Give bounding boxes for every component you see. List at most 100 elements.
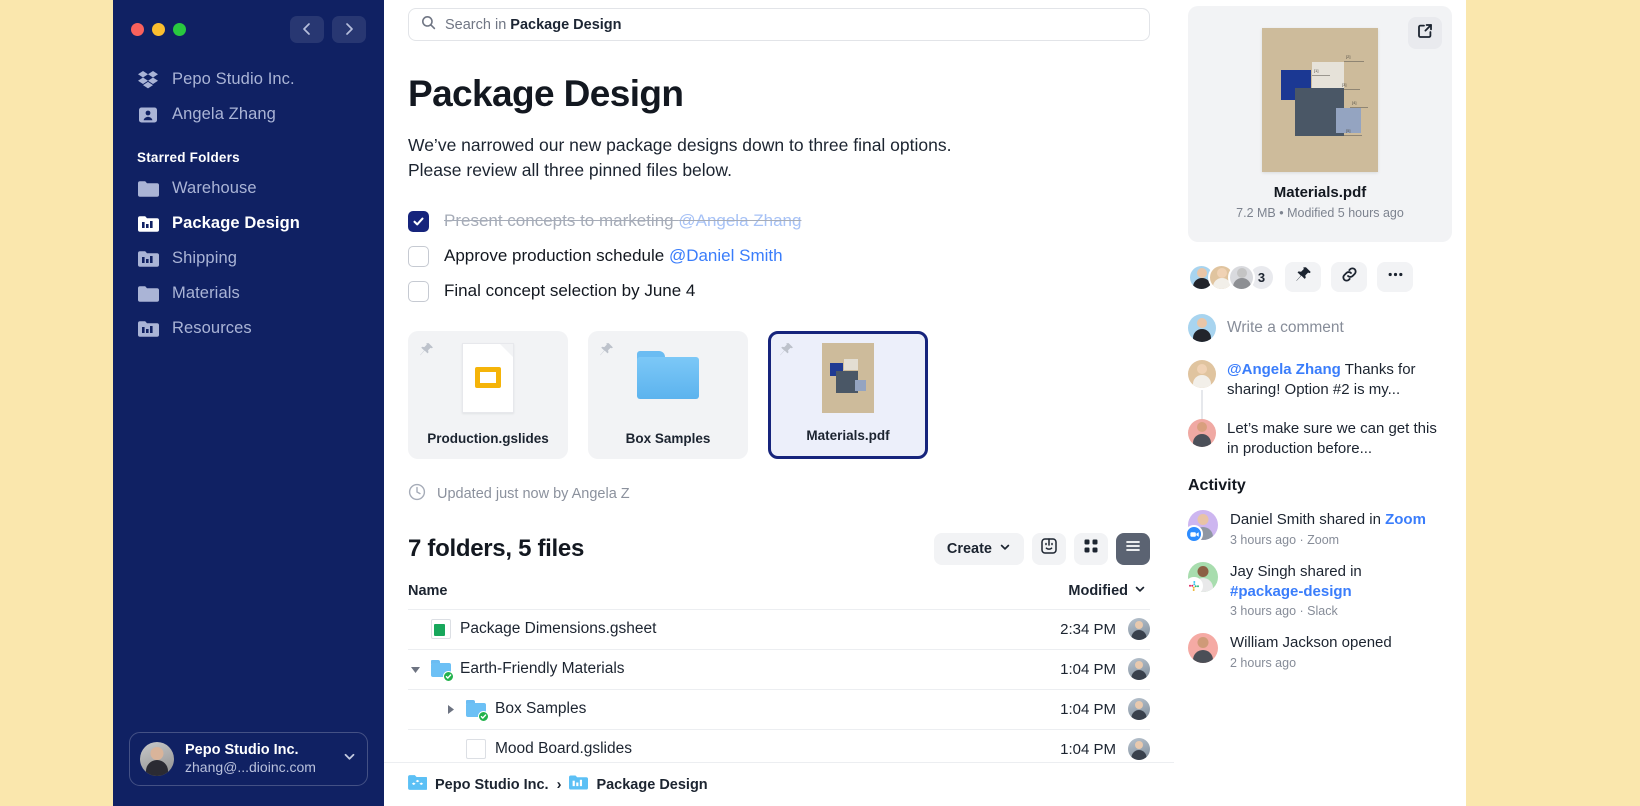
pinned-card-box-samples[interactable]: Box Samples — [588, 331, 748, 459]
list-view-icon — [1125, 538, 1141, 559]
activity-item[interactable]: Daniel Smith shared in Zoom 3 hours ago … — [1188, 510, 1452, 547]
sidebar-item-package-design[interactable]: Package Design — [113, 206, 384, 241]
twisty-expanded-icon[interactable] — [408, 664, 422, 675]
checkbox-unchecked[interactable] — [408, 246, 429, 267]
sidebar-item-resources[interactable]: Resources — [113, 311, 384, 346]
activity-subtext: 2 hours ago — [1230, 656, 1392, 670]
more-icon — [1387, 266, 1404, 288]
column-header-modified-label: Modified — [1068, 583, 1128, 599]
mention: @Daniel Smith — [669, 246, 783, 265]
activity-item[interactable]: William Jackson opened 2 hours ago — [1188, 633, 1452, 670]
row-modified: 2:34 PM — [1060, 621, 1116, 638]
row-modified: 1:04 PM — [1060, 741, 1116, 758]
todo-item[interactable]: Approve production schedule @Daniel Smit… — [408, 239, 1150, 274]
todo-item[interactable]: Final concept selection by June 4 — [408, 274, 1150, 309]
list-view-button[interactable] — [1116, 533, 1150, 565]
table-row[interactable]: Earth-Friendly Materials 1:04 PM — [408, 649, 1150, 689]
row-name-cell: Package Dimensions.gsheet — [408, 619, 1060, 639]
window-controls-row — [113, 0, 384, 46]
breadcrumb-current[interactable]: Package Design — [596, 777, 707, 793]
checkbox-unchecked[interactable] — [408, 281, 429, 302]
table-row[interactable]: Box Samples 1:04 PM — [408, 689, 1150, 729]
chevron-down-icon — [342, 749, 357, 769]
comment-thread: @Angela Zhang Thanks for sharing! Option… — [1188, 360, 1452, 459]
app-window: Pepo Studio Inc. Angela Zhang Starred Fo… — [0, 0, 1640, 806]
main-scroll-area: Package Design We’ve narrowed our new pa… — [384, 41, 1174, 806]
pinned-files: Production.gslides Box Samples — [408, 331, 1150, 459]
sidebar-item-warehouse[interactable]: Warehouse — [113, 171, 384, 206]
maximize-window-button[interactable] — [173, 23, 186, 36]
row-right-cell: 2:34 PM — [1060, 618, 1150, 640]
todo-text: Approve production schedule @Daniel Smit… — [444, 246, 783, 266]
back-button[interactable] — [290, 16, 324, 43]
pinned-card-production[interactable]: Production.gslides — [408, 331, 568, 459]
open-file-button[interactable] — [1408, 17, 1442, 49]
activity-list: Daniel Smith shared in Zoom 3 hours ago … — [1188, 510, 1452, 670]
table-row[interactable]: Package Dimensions.gsheet 2:34 PM — [408, 609, 1150, 649]
traffic-lights — [131, 23, 186, 36]
sidebar-item-shipping[interactable]: Shipping — [113, 241, 384, 276]
sidebar-item-angela-zhang[interactable]: Angela Zhang — [113, 97, 384, 132]
activity-text: Jay Singh shared in #package-design — [1230, 562, 1362, 602]
column-header-name[interactable]: Name — [408, 583, 448, 599]
description-line-2: Please review all three pinned files bel… — [408, 158, 1048, 183]
todo-item[interactable]: Present concepts to marketing @Angela Zh… — [408, 204, 1150, 239]
create-button[interactable]: Create — [934, 533, 1024, 565]
team-folder-icon — [137, 213, 159, 235]
row-file-name: Earth-Friendly Materials — [460, 660, 625, 678]
pinned-card-label: Materials.pdf — [771, 428, 925, 443]
sidebar-item-label: Materials — [172, 284, 240, 303]
mention: @Angela Zhang — [678, 211, 801, 230]
comment-item[interactable]: @Angela Zhang Thanks for sharing! Option… — [1188, 360, 1452, 401]
avatar — [1188, 360, 1216, 388]
gsheet-icon — [431, 619, 451, 639]
comment-body: @Angela Zhang Thanks for sharing! Option… — [1227, 360, 1452, 401]
row-name-cell: Mood Board.gslides — [408, 739, 1060, 759]
sidebar-item-materials[interactable]: Materials — [113, 276, 384, 311]
avatar — [1188, 314, 1216, 342]
grid-view-button[interactable] — [1074, 533, 1108, 565]
todo-list: Present concepts to marketing @Angela Zh… — [408, 204, 1150, 309]
avatar — [1228, 264, 1255, 291]
breadcrumb-root[interactable]: Pepo Studio Inc. — [435, 777, 549, 793]
search-input[interactable]: Search in Package Design — [408, 8, 1150, 41]
activity-text: Daniel Smith shared in Zoom — [1230, 510, 1426, 530]
pinned-card-materials[interactable]: Materials.pdf — [768, 331, 928, 459]
file-list-toolbar: Create — [934, 533, 1150, 565]
pin-icon — [779, 342, 794, 362]
close-window-button[interactable] — [131, 23, 144, 36]
column-header-modified[interactable]: Modified — [1068, 583, 1146, 599]
team-folder-icon — [137, 318, 159, 340]
pdf-thumbnail — [822, 343, 874, 413]
row-file-name: Box Samples — [495, 700, 586, 718]
description-line-1: We’ve narrowed our new package designs d… — [408, 133, 1048, 158]
more-options-button[interactable] — [1377, 262, 1413, 292]
thumb-label: [1] — [1314, 68, 1318, 73]
comment-placeholder: Write a comment — [1227, 319, 1344, 337]
create-button-label: Create — [947, 541, 992, 557]
folder-icon — [137, 283, 159, 305]
minimize-window-button[interactable] — [152, 23, 165, 36]
write-comment-row[interactable]: Write a comment — [1188, 314, 1452, 342]
activity-item[interactable]: Jay Singh shared in #package-design 3 ho… — [1188, 562, 1452, 619]
collaborator-avatars[interactable]: 3 — [1188, 264, 1275, 291]
finder-button[interactable] — [1032, 533, 1066, 565]
forward-button[interactable] — [332, 16, 366, 43]
copy-link-button[interactable] — [1331, 262, 1367, 292]
pin-button[interactable] — [1285, 262, 1321, 292]
account-switcher[interactable]: Pepo Studio Inc. zhang@...dioinc.com — [129, 732, 368, 786]
row-right-cell: 1:04 PM — [1060, 738, 1150, 760]
avatar — [1128, 698, 1150, 720]
checkbox-checked[interactable] — [408, 211, 429, 232]
main-content: Search in Package Design Package Design … — [384, 0, 1174, 806]
row-modified: 1:04 PM — [1060, 661, 1116, 678]
sidebar-item-pepo-studio[interactable]: Pepo Studio Inc. — [113, 62, 384, 97]
thumb-label: [4] — [1352, 100, 1356, 105]
twisty-collapsed-icon[interactable] — [443, 704, 457, 715]
updated-status: Updated just now by Angela Z — [408, 483, 1150, 505]
search-placeholder: Search in Package Design — [445, 17, 622, 33]
updated-text: Updated just now by Angela Z — [437, 486, 630, 502]
preview-thumbnail: [1] [2] [3] [4] [5] — [1262, 28, 1378, 172]
comment-item[interactable]: Let’s make sure we can get this in produ… — [1188, 419, 1452, 460]
avatar — [1128, 738, 1150, 760]
